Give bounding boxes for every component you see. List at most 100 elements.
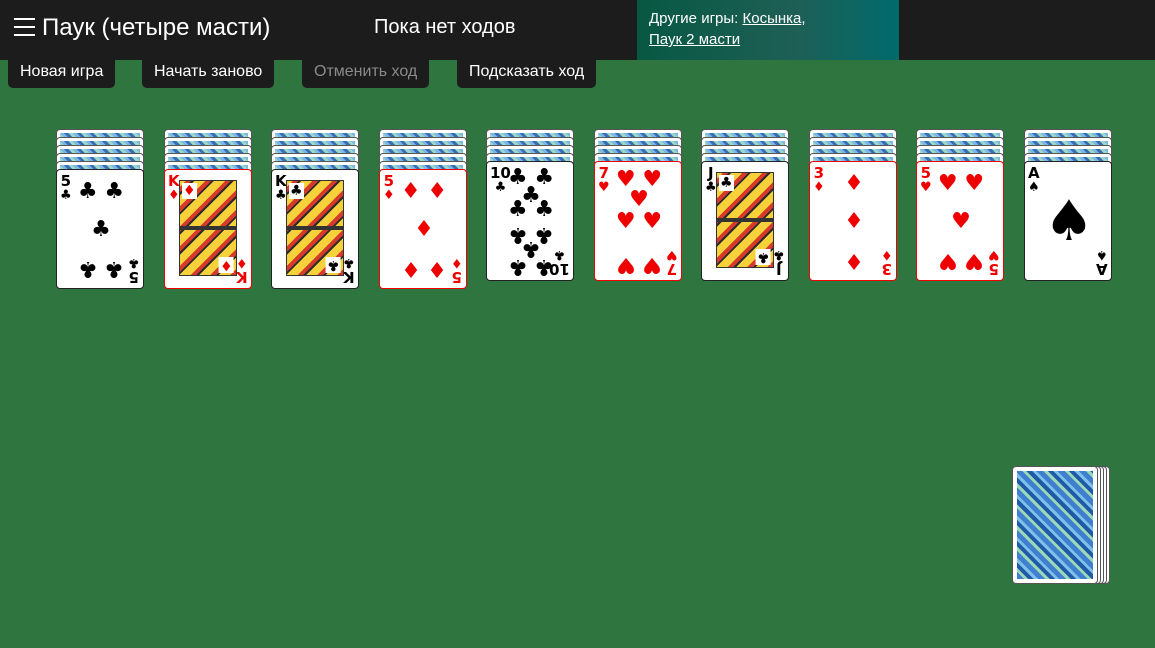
top-card[interactable]: J ♣ J ♣ ♣ ♣: [701, 161, 789, 281]
suit-pip-icon: ♥: [964, 170, 985, 196]
top-card[interactable]: A ♠ A ♠ ♠: [1024, 161, 1112, 281]
card-suit-icon: ♣: [705, 180, 717, 195]
suit-pip-icon: ♣: [77, 178, 98, 204]
card-rank: A: [1096, 260, 1108, 278]
game-title: Паук (четыре масти): [42, 14, 271, 41]
court-suit-icon: ♣: [756, 249, 771, 265]
link-klondike[interactable]: Косынка: [743, 10, 802, 27]
card-corner-index: 3 ♦: [813, 164, 825, 195]
card-suit-icon: ♣: [553, 247, 566, 262]
card-suit-icon: ♥: [666, 247, 678, 262]
card-corner-index: 3 ♦: [881, 247, 893, 278]
other-games-label: Другие игры:: [649, 10, 743, 27]
card-corner-index: 5 ♣: [60, 172, 72, 203]
card-corner-index: 5 ♥: [920, 164, 932, 195]
card-corner-index: K ♣: [343, 255, 355, 286]
card-corner-index: 5 ♦: [383, 174, 395, 203]
suit-pip-icon: ♣: [77, 256, 98, 282]
court-suit-icon: ♦: [182, 183, 197, 199]
card-rank: K: [168, 172, 180, 190]
card-suit-icon: ♦: [383, 188, 395, 203]
top-card[interactable]: 5 ♥ 5 ♥ ♥ ♥ ♥ ♥ ♥: [916, 161, 1004, 281]
card-rank: 5: [451, 268, 463, 286]
card-corner-index: A ♠: [1028, 164, 1040, 195]
card-suit-icon: ♥: [920, 180, 932, 195]
suit-pip-icon: ♥: [937, 248, 958, 274]
card-rank: 7: [666, 260, 678, 278]
card-corner-index: K ♦: [168, 172, 180, 203]
top-bar: Паук (четыре масти) Пока нет ходов Други…: [0, 0, 1155, 60]
suit-pip-icon: ♦: [414, 217, 434, 242]
suit-pip-icon: ♦: [844, 248, 864, 274]
card-corner-index: 5 ♦: [451, 255, 463, 286]
other-games-panel: Другие игры: Косынка, Паук 2 масти: [637, 0, 899, 60]
top-card[interactable]: K ♦ K ♦ ♦ ♦: [164, 169, 252, 289]
card-corner-index: K ♦: [236, 255, 248, 286]
suit-pip-icon: ♣: [104, 256, 125, 282]
card-suit-icon: ♣: [494, 180, 507, 195]
suit-pip-icon: ♥: [642, 209, 663, 234]
top-card[interactable]: 3 ♦ 3 ♦ ♦ ♦ ♦: [809, 161, 897, 281]
suit-pip-icon: ♦: [400, 256, 421, 282]
suit-pip-icon: ♣: [507, 197, 528, 222]
suit-pip-icon: ♥: [615, 209, 636, 234]
card-rank: J: [776, 260, 782, 278]
card-rank: 5: [920, 164, 932, 182]
suit-pip-icon: ♣: [534, 254, 555, 280]
top-card[interactable]: 10 ♣ 10 ♣ ♣ ♣ ♣ ♣ ♣ ♣ ♣ ♣ ♣ ♣: [486, 161, 574, 281]
suit-pip-icon: ♣: [534, 197, 555, 222]
card-suit-icon: ♦: [236, 255, 248, 270]
hint-button[interactable]: Подсказать ход: [457, 57, 597, 88]
moves-status: Пока нет ходов: [374, 16, 516, 38]
top-card[interactable]: 5 ♣ 5 ♣ ♣ ♣ ♣ ♣ ♣: [56, 169, 144, 289]
card-suit-icon: ♦: [451, 255, 463, 270]
link-spider-2-suits[interactable]: Паук 2 масти: [649, 31, 740, 48]
card-suit-icon: ♣: [60, 188, 72, 203]
card-suit-icon: ♣: [128, 255, 140, 270]
card-corner-index: 5 ♥: [988, 247, 1000, 278]
new-game-button[interactable]: Новая игра: [8, 57, 116, 88]
stock-pile[interactable]: [1012, 466, 1110, 584]
suit-pip-icon: ♠: [1043, 189, 1095, 254]
suit-pip-icon: ♣: [91, 217, 111, 242]
card-suit-icon: ♣: [773, 247, 785, 262]
card-rank: K: [236, 268, 248, 286]
suit-pip-icon: ♦: [400, 178, 421, 204]
card-rank: 5: [128, 268, 140, 286]
top-card[interactable]: 7 ♥ 7 ♥ ♥ ♥ ♥ ♥ ♥ ♥ ♥: [594, 161, 682, 281]
top-card[interactable]: 5 ♦ 5 ♦ ♦ ♦ ♦ ♦ ♦: [379, 169, 467, 289]
court-card-portrait: ♦ ♦: [179, 180, 237, 276]
suit-pip-icon: ♥: [951, 209, 971, 234]
card-corner-index: K ♣: [275, 172, 287, 203]
suit-pip-icon: ♥: [964, 248, 985, 274]
suit-pip-icon: ♥: [615, 252, 636, 277]
undo-button[interactable]: Отменить ход: [302, 57, 430, 88]
card-suit-icon: ♠: [1096, 247, 1108, 262]
hamburger-menu-icon[interactable]: [14, 18, 35, 36]
card-rank: A: [1028, 164, 1040, 182]
card-rank: K: [343, 268, 355, 286]
card-suit-icon: ♥: [988, 247, 1000, 262]
suit-pip-icon: ♥: [642, 252, 663, 277]
suit-pip-icon: ♦: [844, 170, 864, 196]
card-rank: 7: [598, 164, 610, 182]
card-suit-icon: ♦: [813, 180, 825, 195]
court-card-portrait: ♣ ♣: [286, 180, 344, 276]
top-card[interactable]: K ♣ K ♣ ♣ ♣: [271, 169, 359, 289]
card-corner-index: J ♣: [773, 247, 785, 278]
suit-pip-icon: ♣: [507, 254, 528, 280]
restart-button[interactable]: Начать заново: [142, 57, 275, 88]
card-rank: 3: [813, 164, 825, 182]
court-suit-icon: ♣: [326, 257, 341, 273]
card-corner-index: 7 ♥: [598, 164, 610, 195]
card-rank: K: [275, 172, 287, 190]
card-suit-icon: ♥: [598, 180, 610, 195]
card-corner-index: 5 ♣: [128, 255, 140, 286]
card-suit-icon: ♦: [881, 247, 893, 262]
card-rank: 5: [60, 172, 72, 190]
card-corner-index: J ♣: [705, 166, 717, 195]
card-corner-index: 7 ♥: [666, 247, 678, 278]
stock-card-back[interactable]: [1012, 466, 1098, 584]
court-card-portrait: ♣ ♣: [716, 172, 774, 268]
suit-pip-icon: ♦: [427, 256, 448, 282]
